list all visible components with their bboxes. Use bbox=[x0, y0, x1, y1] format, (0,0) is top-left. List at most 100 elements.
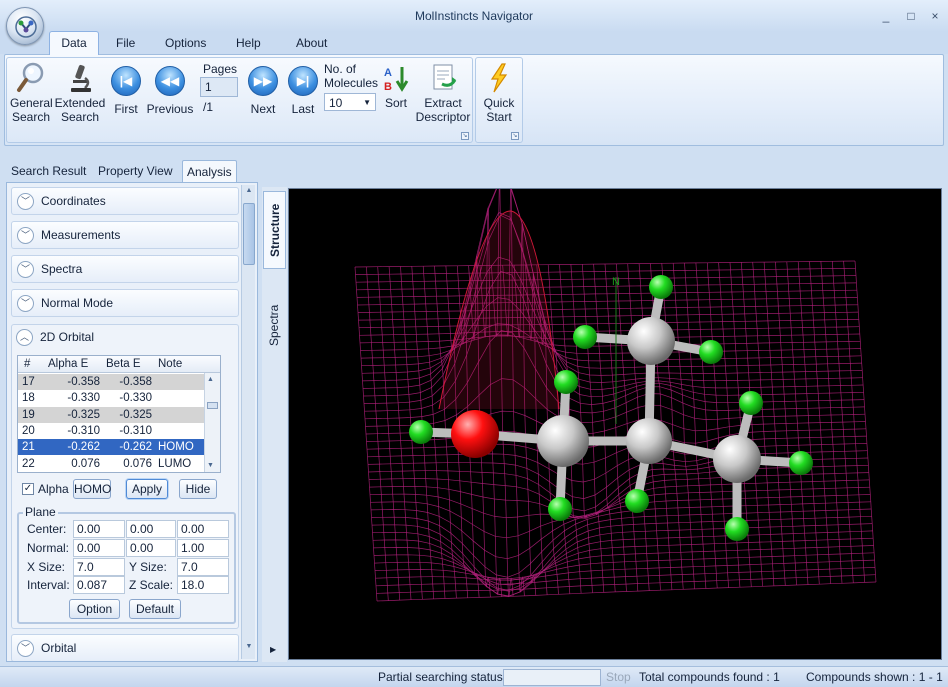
partial-status-progress bbox=[503, 669, 601, 686]
table-row[interactable]: 22 0.076 0.076 LUMO bbox=[18, 456, 204, 472]
chevron-down-icon: ▼ bbox=[363, 98, 371, 107]
tab-spectra[interactable]: Spectra bbox=[263, 285, 286, 365]
expand-arrow-icon[interactable]: ▶ bbox=[270, 645, 276, 654]
accordion-coordinates[interactable]: ﹀ Coordinates bbox=[11, 187, 239, 215]
column-header[interactable]: Alpha E bbox=[48, 356, 88, 373]
panel-scrollbar[interactable]: ▲ ▼ bbox=[241, 185, 255, 659]
previous-page-button[interactable]: ◀◀ Previous bbox=[145, 66, 195, 116]
title-bar: MolInstincts Navigator _ □ × bbox=[0, 0, 948, 32]
stop-button[interactable]: Stop bbox=[606, 670, 631, 684]
hide-button[interactable]: Hide bbox=[179, 479, 217, 499]
chevron-down-icon: ﹀ bbox=[17, 261, 34, 278]
table-scrollbar[interactable]: ▲ ▼ bbox=[204, 373, 220, 472]
app-menu-button[interactable] bbox=[6, 7, 44, 45]
tab-analysis[interactable]: Analysis bbox=[182, 160, 237, 182]
chevron-up-icon: ︿ bbox=[16, 329, 33, 346]
quick-start-label-2: Start bbox=[486, 110, 512, 124]
table-row[interactable]: 19 -0.325 -0.325 bbox=[18, 406, 204, 423]
tab-search-result[interactable]: Search Result bbox=[7, 160, 90, 182]
zscale-field[interactable]: 18.0 bbox=[177, 576, 229, 594]
scroll-down-icon[interactable]: ▼ bbox=[207, 462, 214, 469]
next-page-button[interactable]: ▶▶ Next bbox=[245, 66, 281, 116]
quick-start-button[interactable]: Quick Start bbox=[478, 62, 520, 124]
table-row[interactable]: 17 -0.358 -0.358 bbox=[18, 374, 204, 390]
viewer-tab-strip: Structure Spectra ▶ bbox=[262, 187, 287, 662]
accordion-spectra[interactable]: ﹀ Spectra bbox=[11, 255, 239, 283]
sort-icon: A B bbox=[384, 67, 409, 93]
general-search-button[interactable]: General Search bbox=[10, 62, 53, 124]
chevron-down-icon: ﹀ bbox=[17, 640, 34, 657]
homo-button[interactable]: HOMO bbox=[73, 479, 111, 499]
close-button[interactable]: × bbox=[926, 8, 944, 24]
accordion-measurements[interactable]: ﹀ Measurements bbox=[11, 221, 239, 249]
first-page-button[interactable]: |◀ First bbox=[108, 66, 144, 116]
column-header[interactable]: # bbox=[24, 356, 30, 373]
window-title: MolInstincts Navigator bbox=[414, 9, 534, 23]
column-header[interactable]: Note bbox=[158, 356, 182, 373]
table-cell-num: 21 bbox=[22, 441, 35, 454]
orbital-surface-canvas[interactable]: N bbox=[289, 189, 942, 660]
sort-label: Sort bbox=[384, 96, 407, 110]
table-cell-alpha: -0.262 bbox=[67, 441, 100, 454]
tab-options[interactable]: Options bbox=[165, 36, 206, 50]
scroll-up-icon[interactable]: ▲ bbox=[207, 376, 214, 383]
magnifier-icon bbox=[17, 62, 44, 92]
molecules-label: No. of Molecules bbox=[324, 62, 380, 90]
tab-structure[interactable]: Structure bbox=[263, 191, 286, 269]
plane-title: Plane bbox=[23, 505, 58, 519]
ribbon-group-start: Quick Start ↘ bbox=[475, 57, 523, 143]
page-input[interactable]: 1 bbox=[200, 77, 238, 97]
minimize-button[interactable]: _ bbox=[877, 8, 895, 24]
group-launcher-icon[interactable]: ↘ bbox=[461, 132, 469, 140]
tab-about[interactable]: About bbox=[296, 36, 327, 50]
tab-property-view[interactable]: Property View bbox=[94, 160, 176, 182]
normal-x-field[interactable]: 0.00 bbox=[73, 539, 125, 557]
pages-label: Pages bbox=[203, 62, 238, 76]
tab-file[interactable]: File bbox=[116, 36, 135, 50]
ysize-field[interactable]: 7.0 bbox=[177, 558, 229, 576]
column-header[interactable]: Beta E bbox=[106, 356, 141, 373]
microscope-icon bbox=[71, 64, 91, 92]
molecule-3d-viewer[interactable]: N bbox=[288, 188, 942, 660]
default-button[interactable]: Default bbox=[129, 599, 181, 619]
alpha-checkbox[interactable]: ✓ bbox=[22, 483, 34, 495]
sort-button[interactable]: A B Sort bbox=[382, 64, 410, 110]
table-cell-num: 19 bbox=[22, 408, 35, 421]
extended-search-button[interactable]: Extended Search bbox=[54, 62, 106, 124]
normal-y-field[interactable]: 0.00 bbox=[126, 539, 176, 557]
xsize-field[interactable]: 7.0 bbox=[73, 558, 125, 576]
center-x-field[interactable]: 0.00 bbox=[73, 520, 125, 538]
accordion-2d-orbital[interactable]: ︿ 2D Orbital bbox=[11, 324, 239, 352]
interval-field[interactable]: 0.087 bbox=[73, 576, 125, 594]
group-launcher-icon[interactable]: ↘ bbox=[511, 132, 519, 140]
table-row[interactable]: 18 -0.330 -0.330 bbox=[18, 390, 204, 406]
table-row[interactable]: 21 -0.262 -0.262 HOMO bbox=[18, 439, 204, 456]
apply-button[interactable]: Apply bbox=[126, 479, 168, 499]
scroll-down-icon[interactable]: ▼ bbox=[243, 643, 255, 657]
scroll-thumb[interactable] bbox=[207, 402, 218, 409]
scroll-up-icon[interactable]: ▲ bbox=[243, 187, 255, 201]
alpha-label: Alpha bbox=[38, 482, 69, 496]
option-button[interactable]: Option bbox=[69, 599, 120, 619]
table-row[interactable]: 20 -0.310 -0.310 bbox=[18, 423, 204, 439]
previous-label: Previous bbox=[146, 102, 194, 116]
status-bar: Partial searching status : Stop Total co… bbox=[0, 666, 948, 687]
extract-descriptor-button[interactable]: Extract Descriptor bbox=[414, 62, 472, 124]
molecules-select[interactable]: 10 ▼ bbox=[324, 93, 376, 111]
tab-data[interactable]: Data bbox=[49, 31, 99, 55]
extract-descriptor-label-1: Extract bbox=[424, 96, 462, 110]
accordion-normal-mode[interactable]: ﹀ Normal Mode bbox=[11, 289, 239, 317]
center-z-field[interactable]: 0.00 bbox=[177, 520, 229, 538]
accordion-label: Coordinates bbox=[41, 194, 106, 208]
accordion-orbital[interactable]: ﹀ Orbital bbox=[11, 634, 239, 661]
normal-z-field[interactable]: 1.00 bbox=[177, 539, 229, 557]
center-y-field[interactable]: 0.00 bbox=[126, 520, 176, 538]
tab-help[interactable]: Help bbox=[236, 36, 261, 50]
scroll-thumb[interactable] bbox=[243, 203, 255, 265]
last-page-button[interactable]: ▶| Last bbox=[285, 66, 321, 116]
table-cell-num: 18 bbox=[22, 392, 35, 405]
table-cell-beta: -0.310 bbox=[119, 424, 152, 437]
maximize-button[interactable]: □ bbox=[902, 8, 920, 24]
next-icon: ▶▶ bbox=[248, 66, 278, 96]
molecules-select-value: 10 bbox=[329, 96, 343, 110]
